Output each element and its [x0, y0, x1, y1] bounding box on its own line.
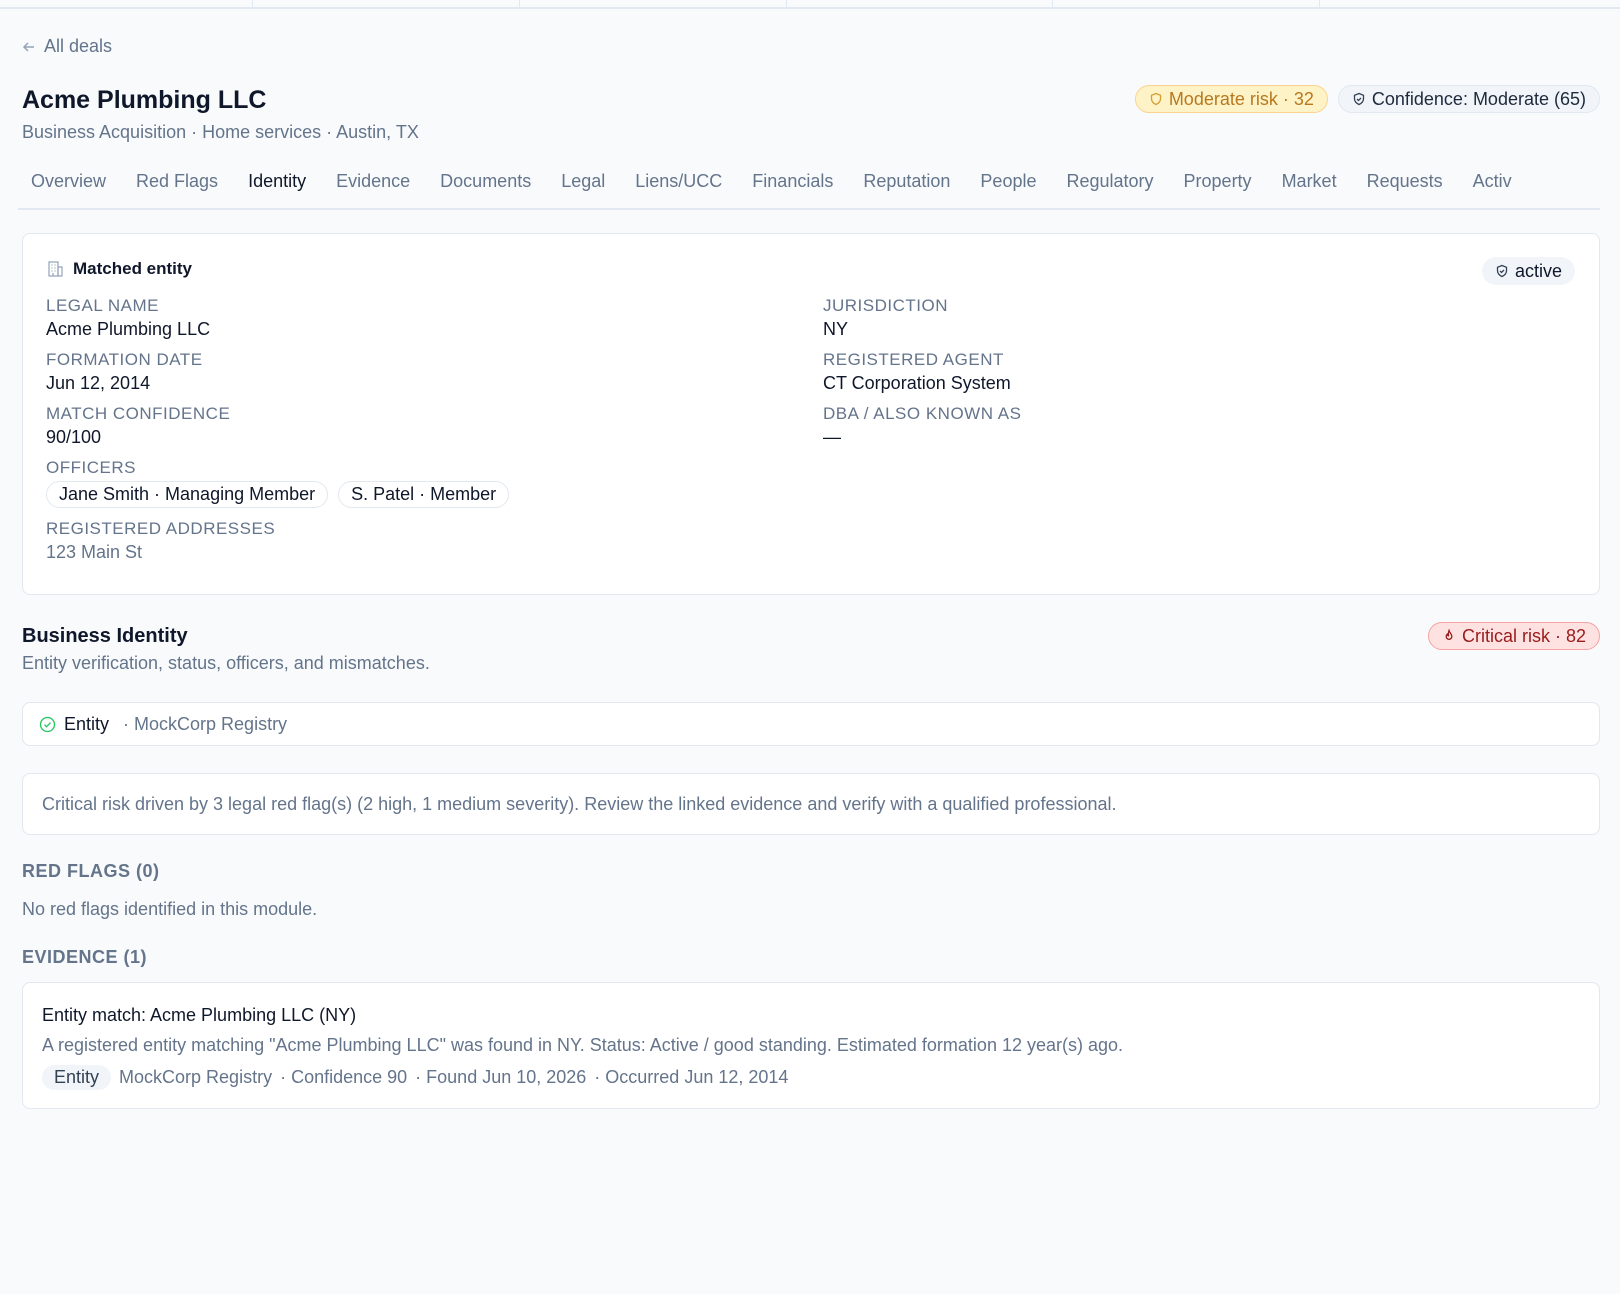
entity-status-badge: active	[1481, 257, 1575, 285]
confidence-badge: Confidence: Moderate (65)	[1337, 85, 1600, 113]
tab-documents[interactable]: Documents	[427, 166, 544, 208]
building-icon	[48, 261, 63, 277]
entity-status-label: active	[1514, 260, 1562, 281]
shield-check-icon	[1496, 264, 1508, 278]
page-subtitle: Business Acquisition · Home services · A…	[22, 122, 419, 142]
source-type: Entity	[64, 713, 110, 734]
red-flags-heading: RED FLAGS (0)	[22, 861, 160, 881]
red-flags-empty-message: No red flags identified in this module.	[22, 899, 318, 919]
evidence-source: MockCorp Registry	[119, 1067, 273, 1087]
top-strip-cell	[787, 0, 1053, 9]
dba-value: —	[823, 427, 841, 447]
match-confidence-value: 90/100	[46, 427, 102, 447]
tab-activity[interactable]: Activ	[1460, 166, 1525, 208]
evidence-heading: EVIDENCE (1)	[22, 947, 148, 967]
critical-risk-label: Critical risk · 82	[1461, 625, 1586, 646]
source-row: Entity · MockCorp Registry	[22, 702, 1600, 746]
tab-evidence[interactable]: Evidence	[323, 166, 423, 208]
module-tabs: Overview Red Flags Identity Evidence Doc…	[18, 166, 1600, 210]
officers-label: OFFICERS	[46, 458, 136, 477]
evidence-tag: Entity	[42, 1065, 112, 1090]
critical-risk-badge: Critical risk · 82	[1427, 622, 1600, 650]
tab-overview[interactable]: Overview	[18, 166, 119, 208]
tab-red-flags[interactable]: Red Flags	[123, 166, 231, 208]
officers-field: OFFICERS Jane Smith · Managing Member S.…	[46, 458, 510, 508]
matched-entity-heading: Matched entity	[46, 259, 192, 279]
jurisdiction-value: NY	[823, 319, 849, 339]
back-to-deals-link[interactable]: All deals	[22, 36, 112, 57]
shield-icon	[1150, 92, 1161, 106]
tab-legal[interactable]: Legal	[548, 166, 618, 208]
registered-agent-label: REGISTERED AGENT	[823, 350, 1004, 369]
top-strip-cell	[0, 0, 253, 9]
tab-identity[interactable]: Identity	[235, 166, 319, 208]
registered-agent-value: CT Corporation System	[823, 373, 1011, 393]
formation-date-value: Jun 12, 2014	[46, 373, 151, 393]
evidence-item[interactable]: Entity match: Acme Plumbing LLC (NY) A r…	[22, 982, 1600, 1109]
check-circle-icon	[39, 716, 56, 732]
tab-liens-ucc[interactable]: Liens/UCC	[622, 166, 735, 208]
module-title: Business Identity	[22, 625, 188, 647]
legal-name-field: LEGAL NAME Acme Plumbing LLC	[46, 296, 210, 340]
registered-agent-field: REGISTERED AGENT CT Corporation System	[823, 350, 1011, 394]
dba-label: DBA / ALSO KNOWN AS	[823, 404, 1022, 423]
confidence-badge-label: Confidence: Moderate (65)	[1371, 88, 1586, 109]
module-risk-wrap: Critical risk · 82	[1427, 622, 1600, 650]
tab-market[interactable]: Market	[1269, 166, 1350, 208]
top-strip	[0, 0, 1620, 9]
page-title: Acme Plumbing LLC	[22, 86, 267, 114]
evidence-found-date: · Found Jun 10, 2026	[415, 1067, 587, 1087]
registered-addresses-value: 123 Main St	[46, 542, 143, 562]
evidence-confidence: · Confidence 90	[280, 1067, 408, 1087]
shield-check-icon	[1353, 92, 1365, 106]
arrow-left-icon	[22, 41, 34, 52]
officer-chip: S. Patel · Member	[338, 481, 510, 508]
risk-summary: Critical risk driven by 3 legal red flag…	[22, 773, 1600, 835]
source-name: · MockCorp Registry	[123, 713, 288, 734]
back-link-label: All deals	[44, 36, 113, 56]
tab-people[interactable]: People	[967, 166, 1049, 208]
legal-name-label: LEGAL NAME	[46, 296, 160, 315]
matched-entity-card: Matched entity active LEGAL NAME Acme Pl…	[22, 233, 1600, 595]
dba-field: DBA / ALSO KNOWN AS —	[823, 404, 1021, 448]
match-confidence-field: MATCH CONFIDENCE 90/100	[46, 404, 230, 448]
flame-icon	[1445, 629, 1453, 640]
top-strip-cell	[253, 0, 520, 9]
officer-chip: Jane Smith · Managing Member	[46, 481, 329, 508]
header-badges: Moderate risk · 32 Confidence: Moderate …	[1134, 85, 1600, 113]
module-subtitle: Entity verification, status, officers, a…	[22, 653, 430, 673]
registered-addresses-field: REGISTERED ADDRESSES 123 Main St	[46, 519, 275, 563]
tab-reputation[interactable]: Reputation	[850, 166, 963, 208]
tab-requests[interactable]: Requests	[1354, 166, 1456, 208]
tab-regulatory[interactable]: Regulatory	[1053, 166, 1166, 208]
evidence-meta: Entity MockCorp Registry · Confidence 90…	[42, 1065, 788, 1090]
risk-badge-label: Moderate risk · 32	[1168, 88, 1314, 109]
evidence-title: Entity match: Acme Plumbing LLC (NY)	[42, 1005, 357, 1025]
officers-list: Jane Smith · Managing Member S. Patel · …	[46, 481, 510, 508]
match-confidence-label: MATCH CONFIDENCE	[46, 404, 231, 423]
evidence-description: A registered entity matching "Acme Plumb…	[42, 1035, 1124, 1055]
jurisdiction-label: JURISDICTION	[823, 296, 948, 315]
legal-name-value: Acme Plumbing LLC	[46, 319, 211, 339]
formation-date-field: FORMATION DATE Jun 12, 2014	[46, 350, 203, 394]
evidence-occurred-date: · Occurred Jun 12, 2014	[594, 1067, 789, 1087]
matched-entity-title: Matched entity	[73, 259, 193, 278]
jurisdiction-field: JURISDICTION NY	[823, 296, 948, 340]
tab-financials[interactable]: Financials	[739, 166, 846, 208]
registered-addresses-label: REGISTERED ADDRESSES	[46, 519, 276, 538]
risk-badge: Moderate risk · 32	[1134, 85, 1328, 113]
top-strip-cell	[520, 0, 787, 9]
tab-property[interactable]: Property	[1171, 166, 1265, 208]
top-strip-cell	[1053, 0, 1320, 9]
formation-date-label: FORMATION DATE	[46, 350, 203, 369]
